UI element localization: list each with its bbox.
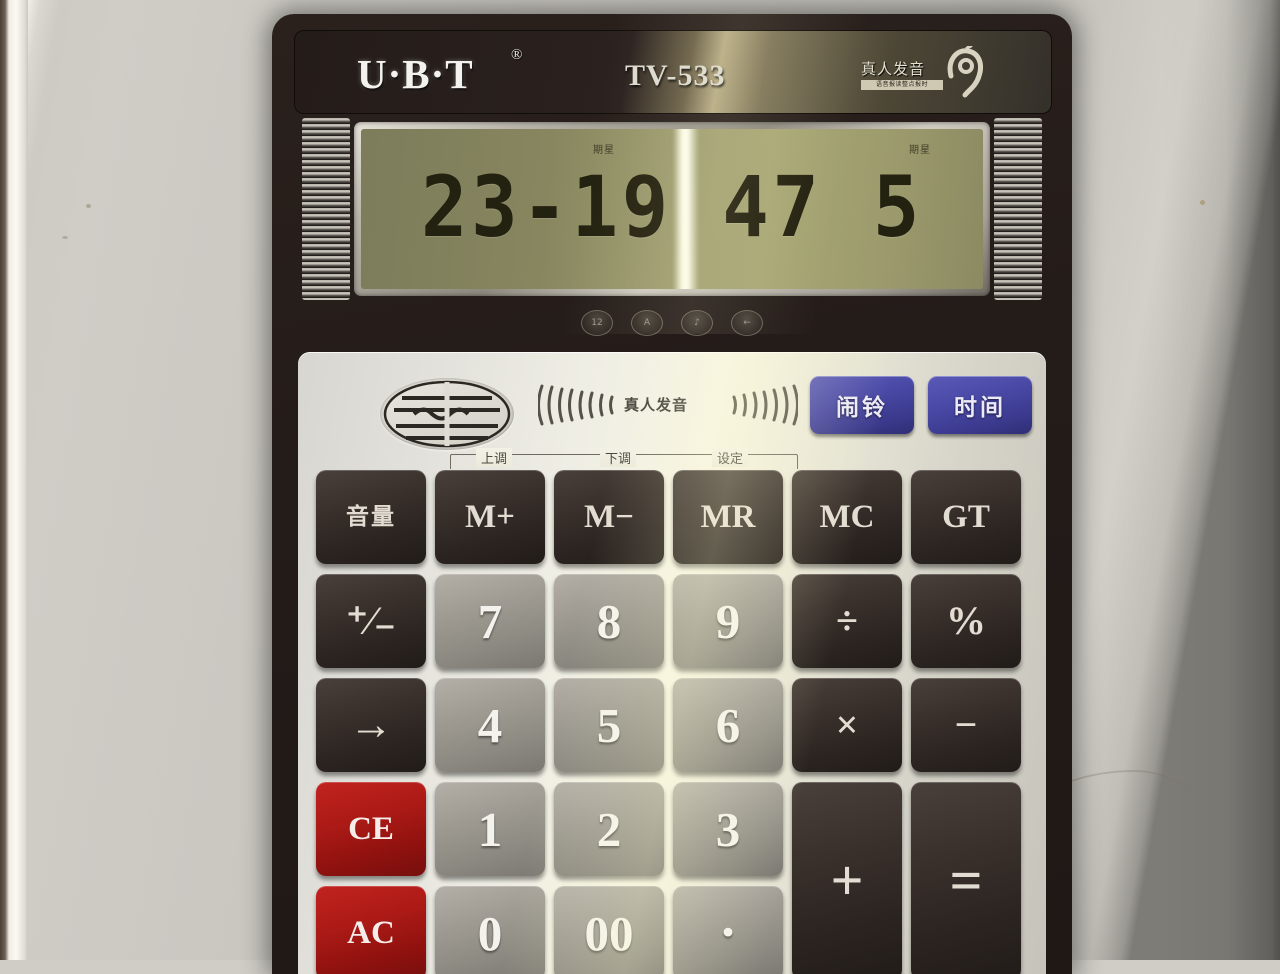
- clear-entry-key[interactable]: CE: [316, 782, 426, 876]
- key-label: 音量: [346, 503, 396, 530]
- brand-bar: U·B·T ® TV-533 真人发音 语音报读整点报时: [294, 30, 1052, 114]
- model-number: TV-533: [625, 59, 726, 92]
- double-zero-key[interactable]: 00: [554, 886, 664, 974]
- key-label: %: [946, 598, 986, 643]
- key-label: 0: [477, 905, 503, 961]
- key-label: 9: [715, 593, 741, 649]
- key-grid: 音量 M+ M− MR MC GT ⁺⁄₋ 7 8 9 ÷ % → 4 5 6 …: [316, 470, 1032, 974]
- key-label: =: [949, 848, 983, 913]
- key-label: +: [830, 848, 864, 913]
- backspace-key[interactable]: →: [316, 678, 426, 772]
- digit-7-key[interactable]: 7: [435, 574, 545, 668]
- equals-key[interactable]: =: [911, 782, 1021, 974]
- key-label: 8: [596, 593, 622, 649]
- hint-set: 设定: [712, 448, 749, 467]
- key-label: M+: [465, 498, 515, 535]
- key-label: MR: [700, 498, 756, 535]
- speaker-grille-icon: [380, 378, 514, 450]
- hint-increase: 上调: [476, 448, 513, 467]
- decimal-point-key[interactable]: ·: [673, 886, 783, 974]
- indicator-button-row: 12 A ♪ ←: [272, 306, 1072, 340]
- calculator-body: U·B·T ® TV-533 真人发音 语音报读整点报时 期星 期星 23-19…: [272, 14, 1072, 974]
- memory-plus-key[interactable]: M+: [435, 470, 545, 564]
- time-button[interactable]: 时间: [928, 376, 1032, 434]
- brand-logo: U·B·T: [357, 51, 474, 97]
- divide-key[interactable]: ÷: [792, 574, 902, 668]
- bezel-ridge-right: [994, 118, 1042, 300]
- plus-key[interactable]: +: [792, 782, 902, 974]
- key-label: 6: [715, 697, 741, 753]
- digit-6-key[interactable]: 6: [673, 678, 783, 772]
- key-label: ⁺⁄₋: [346, 598, 396, 643]
- percent-key[interactable]: %: [911, 574, 1021, 668]
- digit-9-key[interactable]: 9: [673, 574, 783, 668]
- blue-button-row: 闹铃 时间: [810, 376, 1032, 438]
- multiply-key[interactable]: ×: [792, 678, 902, 772]
- voice-logo: 真人发音 语音报读整点报时: [861, 46, 991, 102]
- grand-total-key[interactable]: GT: [911, 470, 1021, 564]
- key-label: GT: [942, 498, 990, 535]
- digit-3-key[interactable]: 3: [673, 782, 783, 876]
- hint-decrease: 下调: [600, 448, 637, 467]
- voice-logo-sublabel: 语音报读整点报时: [861, 80, 943, 90]
- digit-4-key[interactable]: 4: [435, 678, 545, 772]
- lcd-screen: 期星 期星 23-19 47 5: [361, 129, 983, 289]
- desk-speck: [1200, 200, 1205, 205]
- memory-recall-key[interactable]: MR: [673, 470, 783, 564]
- digit-8-key[interactable]: 8: [554, 574, 664, 668]
- key-label: M−: [584, 498, 634, 535]
- bezel-ridge-left: [302, 118, 350, 300]
- lcd-value: 23-19 47 5: [420, 158, 924, 256]
- key-label: 1: [477, 801, 503, 857]
- desk-speck: [86, 204, 91, 208]
- key-label: MC: [819, 498, 875, 535]
- minus-key[interactable]: −: [911, 678, 1021, 772]
- key-label: ·: [718, 902, 737, 963]
- digit-2-key[interactable]: 2: [554, 782, 664, 876]
- ear-icon: [947, 46, 984, 98]
- digit-0-key[interactable]: 0: [435, 886, 545, 974]
- desk-speck: [62, 236, 68, 239]
- sign-change-key[interactable]: ⁺⁄₋: [316, 574, 426, 668]
- keypad-panel: 真人发音 闹铃 时间 上调 下调 设定 音量 M+ M− MR MC GT ⁺⁄…: [298, 352, 1046, 974]
- key-label: ÷: [836, 598, 858, 643]
- all-clear-key[interactable]: AC: [316, 886, 426, 974]
- voice-wave-text: 真人发音: [624, 396, 689, 414]
- key-label: →: [349, 700, 393, 749]
- display-bezel: 期星 期星 23-19 47 5: [302, 118, 1042, 300]
- digit-1-key[interactable]: 1: [435, 782, 545, 876]
- digit-5-key[interactable]: 5: [554, 678, 664, 772]
- key-label: 5: [596, 697, 622, 753]
- key-label: 4: [477, 697, 503, 753]
- key-label: CE: [348, 810, 394, 847]
- voice-wave-label: 真人发音: [537, 382, 799, 428]
- key-label: 00: [584, 905, 634, 961]
- indicator-button-reset[interactable]: ←: [731, 310, 763, 336]
- registered-trademark-icon: ®: [511, 47, 523, 63]
- volume-key[interactable]: 音量: [316, 470, 426, 564]
- lcd-frame: 期星 期星 23-19 47 5: [354, 122, 990, 296]
- key-label: −: [954, 702, 978, 747]
- key-label: ×: [835, 702, 859, 747]
- indicator-button-sound[interactable]: ♪: [681, 310, 713, 336]
- desk-edge-left: [0, 0, 28, 960]
- indicator-button-12h[interactable]: 12: [581, 310, 613, 336]
- key-label: 3: [715, 801, 741, 857]
- key-label: AC: [347, 914, 395, 951]
- memory-minus-key[interactable]: M−: [554, 470, 664, 564]
- alarm-button[interactable]: 闹铃: [810, 376, 914, 434]
- memory-clear-key[interactable]: MC: [792, 470, 902, 564]
- key-label: 7: [477, 593, 503, 649]
- lcd-glare: [673, 129, 700, 289]
- indicator-button-alarm[interactable]: A: [631, 310, 663, 336]
- voice-logo-label: 真人发音: [861, 60, 926, 78]
- memory-hint-row: 上调 下调 设定: [450, 448, 798, 470]
- key-label: 2: [596, 801, 622, 857]
